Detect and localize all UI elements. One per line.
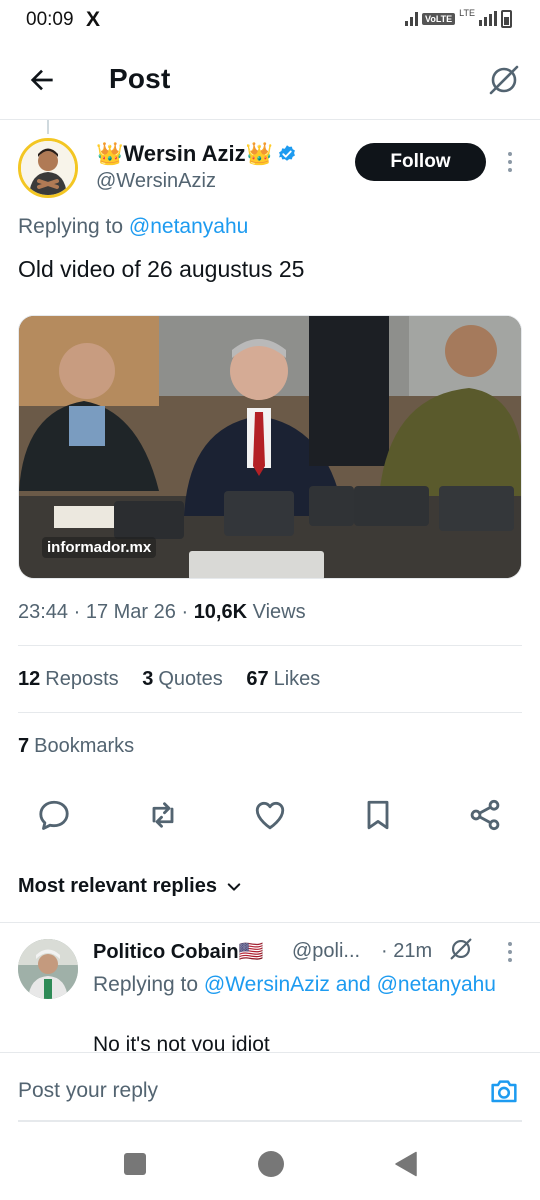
likes-count: 67 [246, 668, 269, 690]
reposts-stat[interactable]: 12 Reposts [18, 668, 119, 690]
reply-handle-link[interactable]: @netanyahu [377, 973, 496, 996]
reply-item[interactable]: Politico Cobain🇺🇸 @poli... · 21m Replyin… [0, 923, 540, 1051]
follow-button[interactable]: Follow [355, 143, 486, 181]
home-button[interactable] [258, 1151, 284, 1177]
reply-time: · 21m [381, 940, 433, 962]
replies-sort-label: Most relevant replies [18, 875, 217, 897]
bookmarks-count: 7 [18, 735, 30, 757]
post-stats: 12 Reposts 3 Quotes 67 Likes [18, 668, 338, 691]
grok-icon[interactable] [486, 62, 522, 98]
reply-avatar-image [18, 939, 78, 999]
media-caption: informador.mx [42, 537, 157, 558]
like-icon[interactable] [252, 797, 288, 833]
replying-handle-link[interactable]: @netanyahu [129, 215, 248, 238]
reposts-label: Reposts [45, 668, 119, 690]
divider [18, 645, 522, 646]
replying-prefix: Replying to [18, 215, 124, 238]
likes-stat[interactable]: 67 Likes [246, 668, 320, 690]
quotes-label: Quotes [158, 668, 223, 690]
repost-icon[interactable] [145, 797, 181, 833]
arrow-left-icon[interactable] [26, 64, 58, 96]
post-text: Old video of 26 augustus 25 [18, 256, 305, 282]
post-time: 23:44 [18, 601, 69, 623]
recents-button[interactable] [124, 1153, 146, 1175]
views-label: Views [247, 601, 306, 623]
top-header: Post [0, 50, 540, 110]
reply-author-handle[interactable]: @poli... [292, 940, 360, 963]
status-bar: 00:09 X VoLTE LTE [0, 0, 540, 40]
page-title: Post [109, 63, 171, 94]
post-date: 17 Mar 26 [85, 601, 176, 623]
lte-label: LTE [459, 8, 475, 18]
reply-composer [0, 1052, 540, 1130]
meta-separator: · [68, 601, 86, 623]
signal-icon [404, 12, 418, 26]
status-indicators: VoLTE LTE [404, 8, 512, 28]
likes-label: Likes [273, 668, 321, 690]
signal-strength-icon [479, 11, 497, 26]
composer-underline [18, 1120, 522, 1122]
action-bar [0, 797, 540, 837]
thread-connector [47, 120, 49, 134]
reposts-count: 12 [18, 668, 41, 690]
replies-sort-dropdown[interactable]: Most relevant replies [18, 875, 243, 898]
quotes-count: 3 [142, 668, 154, 690]
replying-to: Replying to @netanyahu [18, 215, 248, 239]
author-name[interactable]: 👑Wersin Aziz👑 [96, 141, 297, 167]
header-divider [0, 119, 540, 120]
volte-badge: VoLTE [421, 13, 456, 25]
reply-replying-prefix: Replying to [93, 973, 199, 996]
camera-icon[interactable] [488, 1075, 520, 1107]
verified-badge-icon [279, 145, 295, 161]
post-meta: 23:44 · 17 Mar 26 · 10,6K Views [18, 601, 306, 624]
author-name-text: 👑Wersin Aziz👑 [96, 141, 274, 166]
bookmarks-label: Bookmarks [34, 735, 135, 757]
back-triangle-icon[interactable] [394, 1151, 418, 1177]
more-options-icon[interactable] [504, 941, 516, 963]
reply-avatar[interactable] [18, 939, 78, 999]
reply-replying-to: Replying to @WersinAziz and @netanyahu [93, 970, 513, 1000]
more-options-icon[interactable] [503, 150, 517, 174]
reply-and-text: and [329, 973, 371, 996]
system-nav-bar [0, 1130, 540, 1200]
status-time: 00:09 [26, 9, 74, 30]
x-app-icon: X [86, 8, 101, 31]
reply-icon[interactable] [36, 797, 72, 833]
bookmarks-stat[interactable]: 7 Bookmarks [18, 735, 134, 758]
author-avatar[interactable] [18, 138, 78, 198]
reply-input[interactable] [18, 1079, 438, 1103]
bookmark-icon[interactable] [360, 797, 396, 833]
chevron-down-icon [227, 882, 241, 891]
reply-author-name[interactable]: Politico Cobain🇺🇸 [93, 939, 263, 964]
reply-text: No it's not you idiot [93, 1033, 270, 1051]
quotes-stat[interactable]: 3 Quotes [142, 668, 223, 690]
grok-icon[interactable] [448, 936, 474, 962]
reply-handle-link[interactable]: @WersinAziz [204, 973, 330, 996]
battery-icon [501, 10, 512, 28]
meta-separator: · [175, 601, 194, 623]
share-icon[interactable] [467, 797, 503, 833]
author-avatar-image [21, 141, 75, 195]
author-handle[interactable]: @WersinAziz [96, 170, 216, 193]
views-count: 10,6K [193, 601, 248, 623]
divider [18, 712, 522, 713]
